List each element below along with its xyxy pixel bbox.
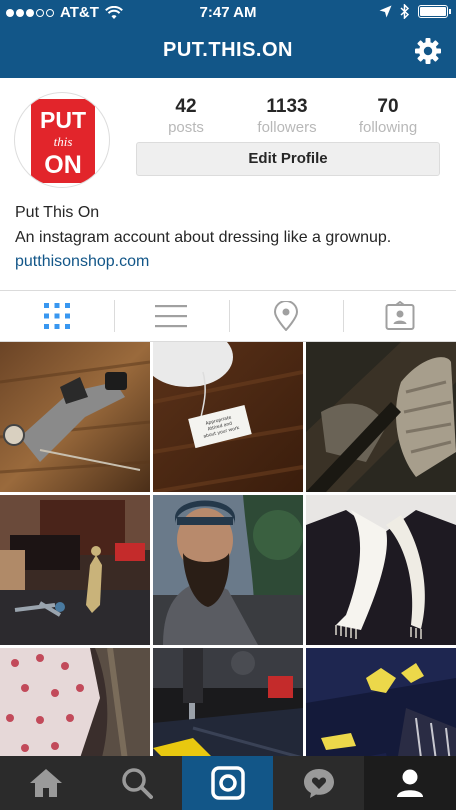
- tab-map-view[interactable]: [229, 291, 343, 341]
- svg-text:ON: ON: [44, 151, 82, 179]
- avatar[interactable]: PUT this ON: [14, 92, 110, 188]
- followers-number: 1133: [266, 96, 308, 117]
- tagged-photos-icon: [385, 301, 415, 330]
- activity-icon: [303, 769, 334, 798]
- photo-thumbnail[interactable]: Appropriate Attired and about your work: [153, 342, 303, 492]
- activity-tab[interactable]: [273, 756, 364, 810]
- photo-scarf: [306, 495, 456, 645]
- tab-tagged-photos[interactable]: [343, 291, 456, 341]
- photo-bearded-man: [153, 495, 303, 645]
- photo-sewing-machine: [153, 648, 303, 756]
- bottom-tab-bar: [0, 756, 456, 810]
- home-icon: [29, 769, 62, 797]
- home-tab[interactable]: [0, 756, 91, 810]
- photo-tweed: [306, 342, 456, 492]
- profile-bio: An instagram account about dressing like…: [15, 229, 392, 246]
- svg-text:this: this: [54, 134, 73, 149]
- battery-icon: [418, 5, 451, 18]
- photo-thumbnail[interactable]: [306, 342, 456, 492]
- profile-website-link[interactable]: putthisonshop.com: [15, 253, 149, 271]
- following-count[interactable]: 70 following: [338, 96, 438, 136]
- edit-profile-button[interactable]: Edit Profile: [136, 142, 440, 176]
- camera-icon: [210, 766, 245, 800]
- photo-thumbnail[interactable]: [153, 648, 303, 756]
- photo-pink-fabric: [0, 648, 150, 756]
- status-bar: AT&T 7:47 AM: [0, 0, 456, 26]
- photo-thumbnail[interactable]: [153, 495, 303, 645]
- page-title: PUT.THIS.ON: [163, 39, 293, 61]
- followers-label: followers: [257, 119, 317, 136]
- photo-thumbnail[interactable]: [0, 495, 150, 645]
- top-navigation-bar: AT&T 7:47 AM PUT.THIS.ON: [0, 0, 456, 78]
- photo-tag: Appropriate Attired and about your work: [153, 342, 303, 492]
- posts-number: 42: [175, 96, 197, 117]
- location-arrow-icon: [379, 5, 392, 18]
- tab-list-view[interactable]: [114, 291, 228, 341]
- list-view-icon: [155, 305, 187, 328]
- svg-text:PUT: PUT: [40, 107, 86, 133]
- location-pin-icon: [273, 301, 299, 331]
- status-indicators: [379, 4, 451, 19]
- settings-gear-icon[interactable]: [414, 37, 442, 65]
- bluetooth-icon: [400, 4, 410, 19]
- profile-tab[interactable]: [364, 756, 456, 810]
- photo-grid: Appropriate Attired and about your work: [0, 342, 456, 756]
- photo-thumbnail[interactable]: [0, 648, 150, 756]
- put-this-on-logo: PUT this ON: [31, 99, 95, 183]
- photo-thumbnail[interactable]: [0, 342, 150, 492]
- grid-view-icon: [44, 303, 70, 329]
- photo-desk: [0, 495, 150, 645]
- following-number: 70: [377, 96, 399, 117]
- photo-sewing-tool: [0, 342, 150, 492]
- camera-tab[interactable]: [182, 756, 273, 810]
- profile-name: Put This On: [15, 204, 100, 221]
- profile-icon: [397, 769, 423, 797]
- search-tab[interactable]: [91, 756, 182, 810]
- followers-count[interactable]: 1133 followers: [237, 96, 337, 136]
- posts-label: posts: [168, 119, 204, 136]
- following-label: following: [358, 119, 418, 136]
- search-icon: [121, 768, 153, 799]
- profile-header: PUT this ON 42 posts 1133 followers 70 f…: [0, 78, 456, 290]
- photo-thumbnail[interactable]: [306, 648, 456, 756]
- photo-navy-fabric: [306, 648, 456, 756]
- posts-count[interactable]: 42 posts: [136, 96, 236, 136]
- tab-grid-view[interactable]: [0, 291, 114, 341]
- profile-view-tabs: [0, 290, 456, 342]
- photo-thumbnail[interactable]: [306, 495, 456, 645]
